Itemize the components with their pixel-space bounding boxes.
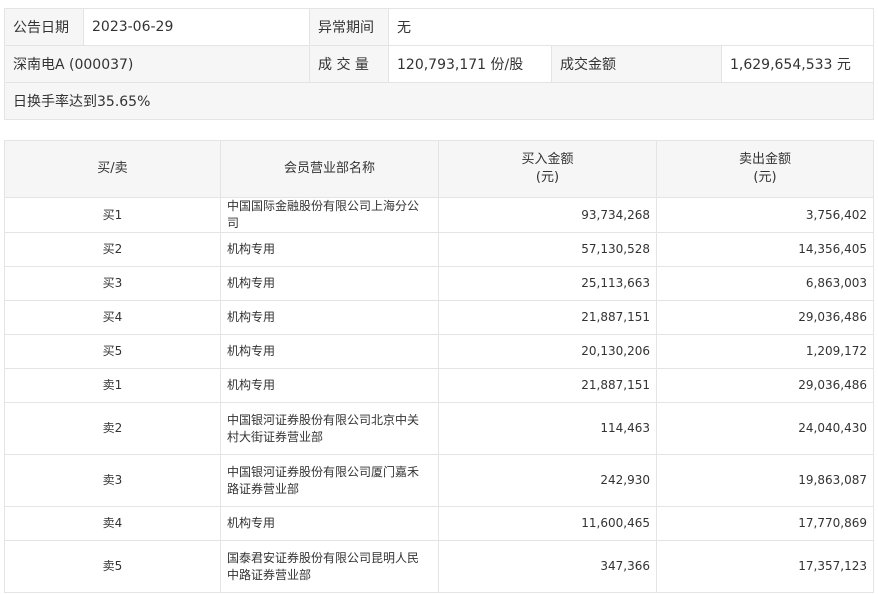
row-buy: 347,366 (438, 540, 657, 593)
header-sell-title: 卖出金额 (738, 152, 791, 167)
header-sell-amount: 卖出金额 (元) (656, 140, 874, 198)
row-dept: 中国银河证券股份有限公司厦门嘉禾路证券营业部 (220, 454, 439, 507)
row-sell: 3,756,402 (656, 197, 874, 233)
row-side: 买5 (4, 334, 221, 369)
summary-table: 公告日期 2023-06-29 异常期间 无 深南电A (000037) 成 交… (3, 8, 875, 120)
stock-name: 深南电A (000037) (4, 45, 310, 83)
header-buy-unit: (元) (535, 170, 560, 185)
volume-label: 成 交 量 (309, 45, 389, 83)
row-buy: 11,600,465 (438, 506, 657, 541)
row-dept: 中国银河证券股份有限公司北京中关村大街证券营业部 (220, 402, 439, 455)
table-row: 卖1 机构专用 21,887,151 29,036,486 (4, 368, 874, 403)
period-label: 异常期间 (309, 8, 389, 46)
summary-row-volume: 深南电A (000037) 成 交 量 120,793,171 份/股 成交金额… (4, 45, 875, 83)
row-side: 卖1 (4, 368, 221, 403)
row-buy: 93,734,268 (438, 197, 657, 233)
table-row: 卖3 中国银河证券股份有限公司厦门嘉禾路证券营业部 242,930 19,863… (4, 454, 874, 507)
row-buy: 21,887,151 (438, 300, 657, 335)
amount-label: 成交金额 (551, 45, 722, 83)
table-row: 买3 机构专用 25,113,663 6,863,003 (4, 266, 874, 301)
row-sell: 24,040,430 (656, 402, 874, 455)
row-dept: 机构专用 (220, 300, 439, 335)
header-sell-unit: (元) (753, 170, 777, 185)
row-buy: 25,113,663 (438, 266, 657, 301)
row-sell: 29,036,486 (656, 368, 874, 403)
row-buy: 21,887,151 (438, 368, 657, 403)
table-row: 买1 中国国际金融股份有限公司上海分公司 93,734,268 3,756,40… (4, 197, 874, 233)
row-sell: 19,863,087 (656, 454, 874, 507)
table-row: 买2 机构专用 57,130,528 14,356,405 (4, 232, 874, 267)
row-buy: 114,463 (438, 402, 657, 455)
summary-row-date: 公告日期 2023-06-29 异常期间 无 (4, 8, 875, 46)
row-buy: 20,130,206 (438, 334, 657, 369)
row-buy: 57,130,528 (438, 232, 657, 267)
row-side: 买1 (4, 197, 221, 233)
row-dept: 机构专用 (220, 506, 439, 541)
row-side: 买3 (4, 266, 221, 301)
trades-table: 买/卖 会员营业部名称 买入金额 (元) 卖出金额 (元) 买1 中国国际金融股… (4, 140, 874, 593)
volume-value: 120,793,171 份/股 (388, 45, 552, 83)
row-dept: 国泰君安证券股份有限公司昆明人民中路证券营业部 (220, 540, 439, 593)
row-dept: 机构专用 (220, 232, 439, 267)
table-row: 卖2 中国银河证券股份有限公司北京中关村大街证券营业部 114,463 24,0… (4, 402, 874, 455)
table-row: 买4 机构专用 21,887,151 29,036,486 (4, 300, 874, 335)
trades-header-row: 买/卖 会员营业部名称 买入金额 (元) 卖出金额 (元) (4, 140, 874, 198)
row-dept: 机构专用 (220, 368, 439, 403)
row-sell: 17,357,123 (656, 540, 874, 593)
row-side: 卖2 (4, 402, 221, 455)
row-side: 买2 (4, 232, 221, 267)
row-sell: 14,356,405 (656, 232, 874, 267)
period-value: 无 (387, 8, 875, 46)
header-side: 买/卖 (4, 140, 221, 198)
table-row: 买5 机构专用 20,130,206 1,209,172 (4, 334, 874, 369)
row-sell: 29,036,486 (656, 300, 874, 335)
date-label: 公告日期 (4, 8, 84, 46)
row-side: 卖3 (4, 454, 221, 507)
amount-value: 1,629,654,533 元 (720, 45, 875, 83)
row-dept: 机构专用 (220, 334, 439, 369)
row-dept: 中国国际金融股份有限公司上海分公司 (220, 197, 439, 233)
table-row: 卖4 机构专用 11,600,465 17,770,869 (4, 506, 874, 541)
row-sell: 1,209,172 (656, 334, 874, 369)
row-dept: 机构专用 (220, 266, 439, 301)
row-side: 卖5 (4, 540, 221, 593)
row-sell: 17,770,869 (656, 506, 874, 541)
header-buy-amount: 买入金额 (元) (438, 140, 657, 198)
row-side: 卖4 (4, 506, 221, 541)
date-value: 2023-06-29 (83, 8, 310, 46)
table-row: 卖5 国泰君安证券股份有限公司昆明人民中路证券营业部 347,366 17,35… (4, 540, 874, 593)
header-dept: 会员营业部名称 (220, 140, 439, 198)
summary-row-reason: 日换手率达到35.65% (3, 82, 875, 120)
header-buy-title: 买入金额 (521, 152, 574, 167)
row-sell: 6,863,003 (656, 266, 874, 301)
reason-text: 日换手率达到35.65% (3, 82, 875, 120)
row-side: 买4 (4, 300, 221, 335)
row-buy: 242,930 (438, 454, 657, 507)
